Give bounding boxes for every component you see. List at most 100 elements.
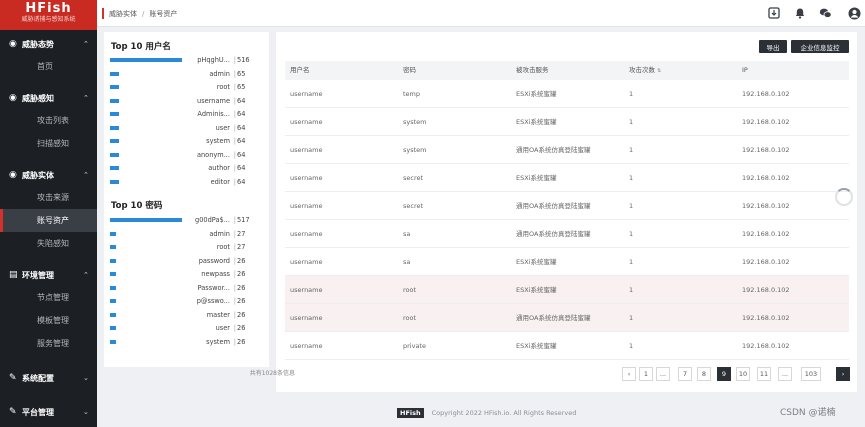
table-row[interactable]: username private ESXi系统蜜罐 1 192.168.0.102: [285, 332, 849, 360]
rank-name: master: [206, 310, 230, 319]
breadcrumb-separator: /: [142, 9, 145, 18]
nav-group-threat-entity[interactable]: ◉ 威胁实体 ⌃: [0, 164, 97, 186]
rank-separator: |: [233, 110, 236, 118]
breadcrumb-parent[interactable]: 威胁实体: [109, 9, 137, 19]
table-row[interactable]: username system 通用OA系统仿真登陆蜜罐 1 192.168.0.102: [285, 136, 849, 164]
nav-group-threat-situation[interactable]: ◉ 威胁态势 ⌃: [0, 33, 97, 55]
logo-title: HFish: [25, 1, 72, 16]
rank-bar: [110, 85, 119, 89]
rank-bar: [110, 125, 119, 130]
user-avatar-icon[interactable]: [847, 6, 861, 20]
top10-panel: Top 10 用户名 pHqghU... | 516 admin | 65 root | 65 u…: [104, 32, 269, 367]
top-list-row: anonym... | 64: [110, 149, 260, 162]
rank-separator: |: [233, 123, 236, 132]
nav-group-platform-management[interactable]: ✎ 平台管理 ⌄: [0, 401, 97, 423]
page-button-9[interactable]: 9: [717, 367, 731, 381]
cell-attack-count: 1: [629, 342, 634, 350]
sidebar-item-service-management[interactable]: 服务管理: [0, 332, 97, 355]
page-button-11[interactable]: 11: [757, 367, 771, 381]
top-list-row: admin | 65: [110, 68, 260, 81]
cell-username: username: [290, 90, 323, 98]
chat-icon[interactable]: [818, 6, 832, 20]
column-header-username: 用户名: [290, 66, 310, 74]
cell-username: username: [290, 258, 323, 266]
bell-icon[interactable]: [793, 6, 807, 20]
sidebar-item-account-assets[interactable]: 账号资产: [0, 209, 97, 232]
table-row[interactable]: username temp ESXi系统蜜罐 1 192.168.0.102: [285, 80, 849, 108]
rank-separator: |: [233, 310, 236, 319]
rank-count: 65: [237, 83, 246, 91]
sidebar-item-scan-perception[interactable]: 扫描感知: [0, 132, 97, 155]
column-header-password: 密码: [403, 66, 416, 74]
cell-password: private: [403, 342, 426, 350]
cell-attack-count: 1: [629, 90, 634, 98]
cell-password: root: [403, 286, 417, 294]
rank-separator: |: [233, 83, 236, 91]
top-list-row: password | 26: [110, 255, 260, 268]
nav-group-environment[interactable]: ▤ 环境管理 ⌃: [0, 264, 97, 286]
rank-bar: [110, 152, 119, 157]
enterprise-monitor-button[interactable]: 企业信息监控: [791, 40, 849, 53]
sidebar-item-home[interactable]: 首页: [0, 55, 97, 78]
account-table-panel: 导出 企业信息监控 用户名 密码 被攻击服务 攻击次数 ⇅ IP usernam…: [276, 32, 857, 392]
rank-separator: |: [233, 56, 236, 64]
prev-page-button[interactable]: ‹: [622, 367, 636, 381]
rank-count: 64: [237, 150, 246, 159]
rank-count: 27: [237, 243, 246, 251]
cell-service: ESXi系统蜜罐: [516, 286, 557, 294]
cell-username: username: [290, 286, 323, 294]
radar-icon: ◉: [9, 93, 17, 103]
page-button-103[interactable]: 103: [801, 367, 821, 381]
download-icon[interactable]: [767, 6, 781, 20]
chevron-up-icon: ⌃: [83, 271, 89, 279]
cell-attack-count: 1: [629, 230, 634, 238]
next-page-button[interactable]: ›: [836, 367, 850, 381]
column-header-attack-count[interactable]: 攻击次数 ⇅: [629, 61, 661, 81]
cell-service: ESXi系统蜜罐: [516, 118, 557, 126]
table-row[interactable]: username sa ESXi系统蜜罐 1 192.168.0.102: [285, 248, 849, 276]
rank-count: 26: [237, 324, 246, 332]
rank-separator: |: [233, 283, 236, 292]
rank-count: 517: [237, 216, 250, 224]
sidebar-item-attack-source[interactable]: 攻击来源: [0, 186, 97, 209]
rank-name: user: [215, 324, 230, 332]
table-row[interactable]: username secret 通用OA系统仿真登陆蜜罐 1 192.168.0.102: [285, 192, 849, 220]
table-row[interactable]: username secret ESXi系统蜜罐 1 192.168.0.102: [285, 164, 849, 192]
layers-icon: ▤: [9, 270, 18, 280]
table-row[interactable]: username root ESXi系统蜜罐 1 192.168.0.102: [285, 276, 849, 304]
cell-password: root: [403, 314, 417, 322]
rank-count: 64: [237, 164, 246, 172]
table-row[interactable]: username root 通用OA系统仿真登陆蜜罐 1 192.168.0.102: [285, 304, 849, 332]
cell-ip: 192.168.0.102: [742, 230, 790, 238]
cell-ip: 192.168.0.102: [742, 146, 790, 154]
cell-username: username: [290, 230, 323, 238]
sidebar-item-template-management[interactable]: 模板管理: [0, 309, 97, 332]
page-button-1[interactable]: 1: [639, 367, 653, 381]
cell-attack-count: 1: [629, 118, 634, 126]
table-row[interactable]: username sa 通用OA系统仿真登陆蜜罐 1 192.168.0.102: [285, 220, 849, 248]
nav-group-system-config[interactable]: ✎ 系统配置 ⌄: [0, 367, 97, 389]
sidebar-item-node-management[interactable]: 节点管理: [0, 286, 97, 309]
export-button[interactable]: 导出: [759, 40, 787, 53]
sidebar-item-attack-list[interactable]: 攻击列表: [0, 109, 97, 132]
rank-bar: [110, 139, 119, 143]
table-row[interactable]: username system ESXi系统蜜罐 1 192.168.0.102: [285, 108, 849, 136]
page-button-10[interactable]: 10: [736, 367, 750, 381]
cell-password: system: [403, 118, 427, 126]
pagination-ellipsis[interactable]: ...: [656, 367, 670, 381]
cell-ip: 192.168.0.102: [742, 202, 790, 210]
cell-username: username: [290, 174, 323, 182]
pagination-ellipsis[interactable]: ...: [778, 367, 792, 381]
column-header-ip: IP: [742, 66, 748, 74]
cell-username: username: [290, 146, 323, 154]
page-button-8[interactable]: 8: [697, 367, 711, 381]
rank-bar: [110, 285, 116, 290]
rank-separator: |: [233, 216, 236, 224]
wrench-icon: ✎: [9, 373, 17, 383]
page-button-7[interactable]: 7: [678, 367, 692, 381]
sidebar-item-compromise-perception[interactable]: 失陷感知: [0, 232, 97, 255]
top-bar: 威胁实体 / 账号资产: [97, 0, 865, 27]
top-users-title: Top 10 用户名: [111, 42, 171, 52]
cell-ip: 192.168.0.102: [742, 174, 790, 182]
nav-group-threat-perception[interactable]: ◉ 威胁感知 ⌃: [0, 87, 97, 109]
